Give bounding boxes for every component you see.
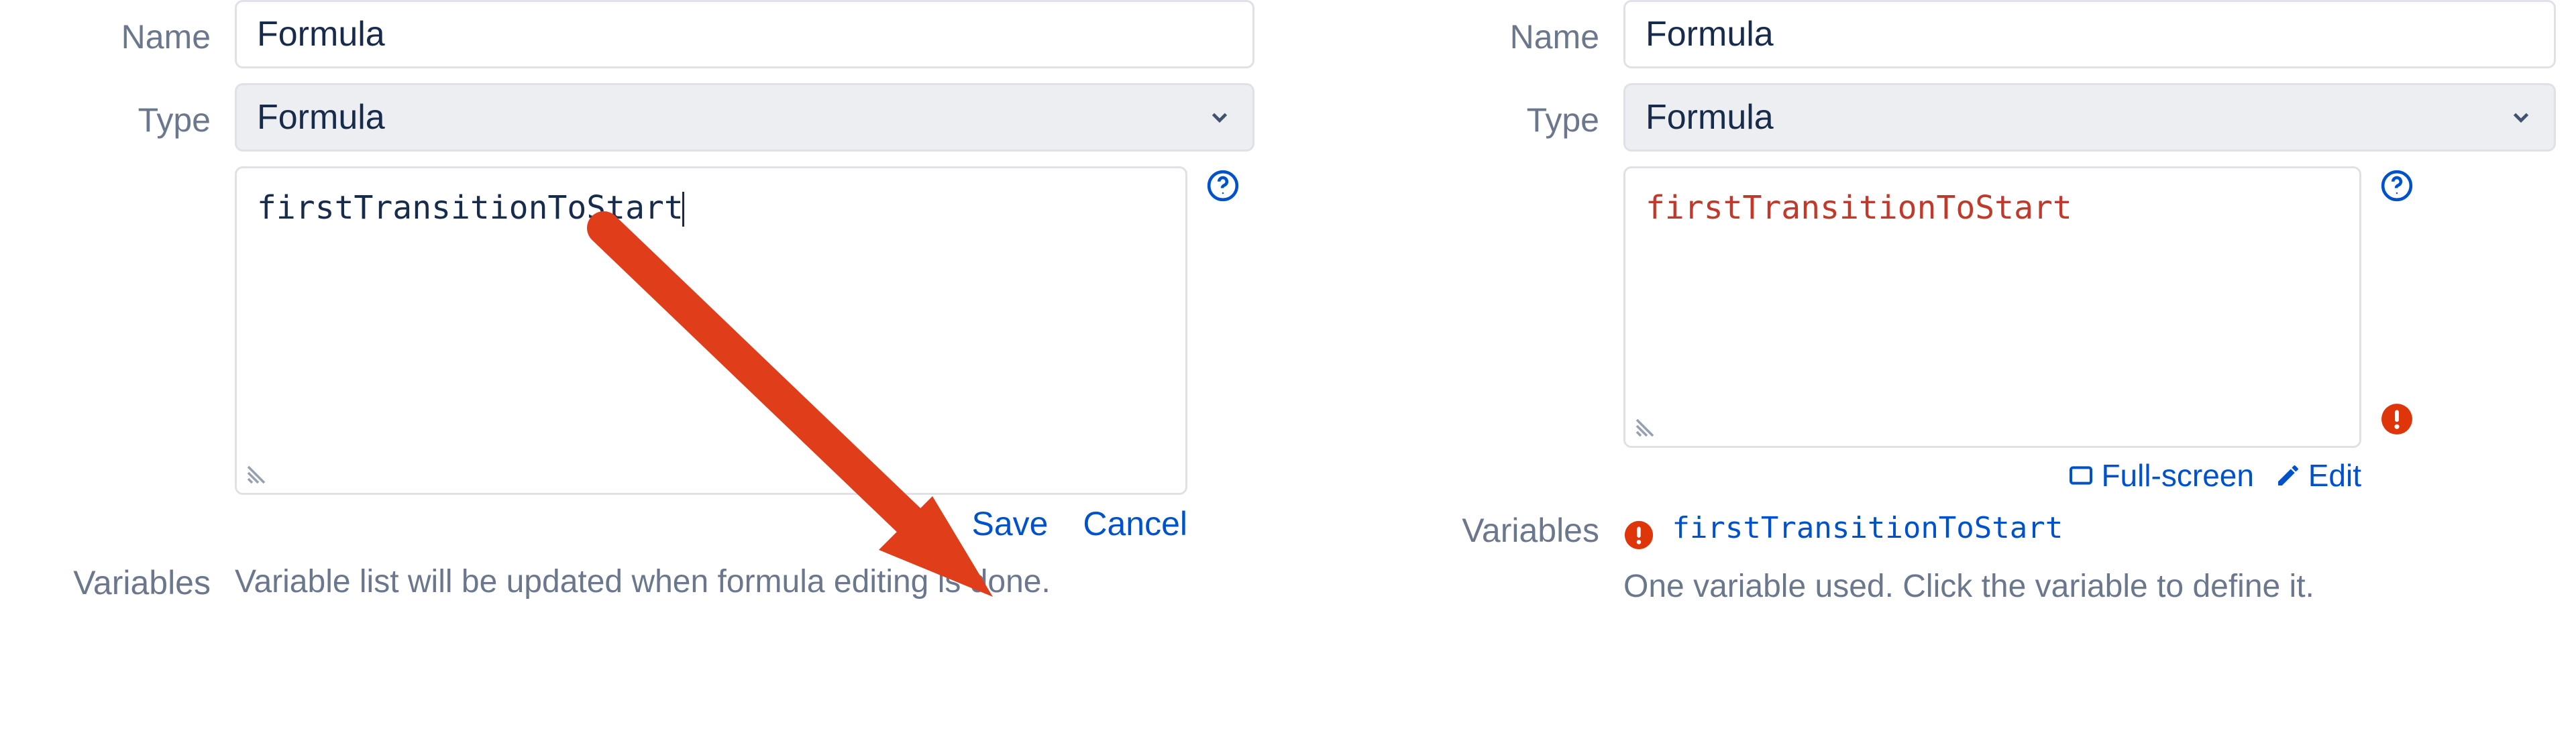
chevron-down-icon xyxy=(2508,105,2534,130)
fullscreen-label: Full-screen xyxy=(2101,457,2254,494)
type-label: Type xyxy=(27,83,235,139)
type-label: Type xyxy=(1415,83,1623,139)
variables-label: Variables xyxy=(1415,511,1623,550)
type-select[interactable]: Formula xyxy=(235,83,1254,152)
type-select[interactable]: Formula xyxy=(1623,83,2556,152)
warning-icon xyxy=(1623,520,1654,551)
warning-icon[interactable] xyxy=(2380,402,2414,436)
help-icon[interactable] xyxy=(1206,169,1240,203)
text-caret xyxy=(682,192,684,227)
formula-textarea[interactable]: firstTransitionToStart xyxy=(235,166,1187,495)
formula-text: firstTransitionToStart xyxy=(1646,189,2072,227)
fullscreen-icon xyxy=(2068,462,2094,489)
name-input[interactable] xyxy=(1623,0,2556,68)
variables-hint: One variable used. Click the variable to… xyxy=(1623,568,2556,605)
chevron-down-icon xyxy=(1207,105,1232,130)
resize-grip-icon[interactable] xyxy=(244,463,268,487)
type-select-value: Formula xyxy=(257,97,385,137)
name-input[interactable] xyxy=(235,0,1254,68)
resize-grip-icon xyxy=(1633,416,1657,440)
cancel-button[interactable]: Cancel xyxy=(1083,505,1187,542)
variables-hint: Variable list will be updated when formu… xyxy=(235,564,1051,599)
fullscreen-button[interactable]: Full-screen xyxy=(2068,457,2254,494)
type-select-value: Formula xyxy=(1646,97,1774,137)
save-button[interactable]: Save xyxy=(971,505,1048,542)
variables-label: Variables xyxy=(27,563,235,602)
formula-display: firstTransitionToStart xyxy=(1623,166,2361,448)
name-label: Name xyxy=(27,0,235,56)
help-icon[interactable] xyxy=(2380,169,2414,203)
pencil-icon xyxy=(2275,462,2302,489)
variable-link[interactable]: firstTransitionToStart xyxy=(1672,511,2063,545)
edit-label: Edit xyxy=(2308,457,2361,494)
name-label: Name xyxy=(1415,0,1623,56)
edit-button[interactable]: Edit xyxy=(2275,457,2361,494)
formula-text: firstTransitionToStart xyxy=(257,189,684,227)
